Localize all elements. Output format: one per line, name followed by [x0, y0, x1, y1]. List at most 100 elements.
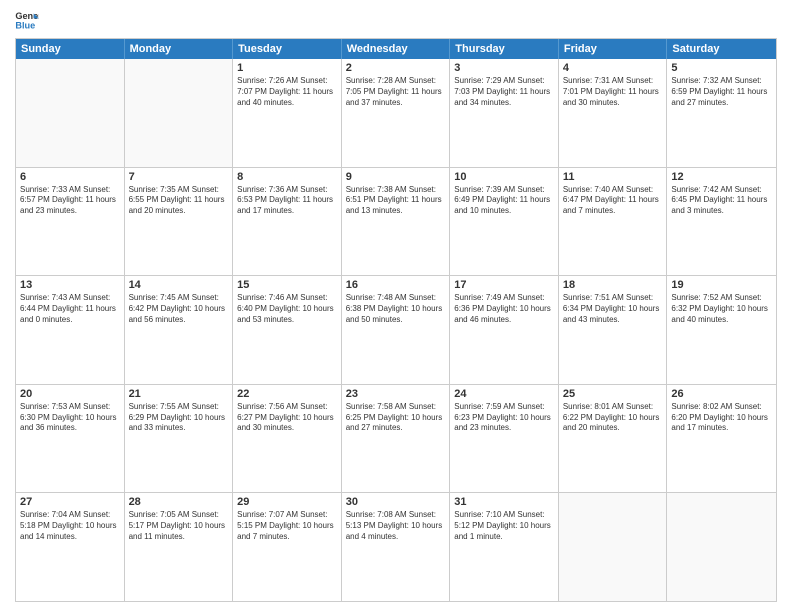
cell-info: Sunrise: 7:33 AM Sunset: 6:57 PM Dayligh… — [20, 185, 120, 217]
day-cell-3: 3Sunrise: 7:29 AM Sunset: 7:03 PM Daylig… — [450, 59, 559, 167]
day-number: 21 — [129, 388, 229, 400]
cell-info: Sunrise: 7:08 AM Sunset: 5:13 PM Dayligh… — [346, 510, 446, 542]
cell-info: Sunrise: 7:45 AM Sunset: 6:42 PM Dayligh… — [129, 293, 229, 325]
day-cell-20: 20 Sunrise: 7:53 AM Sunset: 6:30 PM Dayli… — [16, 385, 125, 493]
cell-info: Sunrise: 7:51 AM Sunset: 6:34 PM Dayligh… — [563, 293, 663, 325]
day-number: 22 — [237, 388, 337, 400]
day-cell-10: 10 Sunrise: 7:39 AM Sunset: 6:49 PM Dayli… — [450, 168, 559, 276]
cell-info: Sunrise: 7:56 AM Sunset: 6:27 PM Dayligh… — [237, 402, 337, 434]
day-number: 14 — [129, 279, 229, 291]
cell-info: Sunrise: 7:31 AM Sunset: 7:01 PM Dayligh… — [563, 76, 663, 108]
cell-info: Sunrise: 7:39 AM Sunset: 6:49 PM Dayligh… — [454, 185, 554, 217]
calendar-body: 1Sunrise: 7:26 AM Sunset: 7:07 PM Daylig… — [16, 59, 776, 601]
day-cell-29: 29Sunrise: 7:07 AM Sunset: 5:15 PM Dayli… — [233, 493, 342, 601]
day-number: 28 — [129, 496, 229, 508]
calendar-week-4: 20 Sunrise: 7:53 AM Sunset: 6:30 PM Dayli… — [16, 384, 776, 493]
day-number: 31 — [454, 496, 554, 508]
cell-info: Sunrise: 7:28 AM Sunset: 7:05 PM Dayligh… — [346, 76, 446, 108]
day-cell-22: 22 Sunrise: 7:56 AM Sunset: 6:27 PM Dayli… — [233, 385, 342, 493]
day-cell-30: 30 Sunrise: 7:08 AM Sunset: 5:13 PM Dayli… — [342, 493, 451, 601]
header: General Blue — [15, 10, 777, 30]
cell-info: Sunrise: 7:49 AM Sunset: 6:36 PM Dayligh… — [454, 293, 554, 325]
day-number: 1 — [237, 62, 337, 74]
day-cell-8: 8Sunrise: 7:36 AM Sunset: 6:53 PM Daylig… — [233, 168, 342, 276]
cell-info: Sunrise: 7:10 AM Sunset: 5:12 PM Dayligh… — [454, 510, 554, 542]
header-day-friday: Friday — [559, 39, 668, 59]
day-cell-11: 11 Sunrise: 7:40 AM Sunset: 6:47 PM Dayli… — [559, 168, 668, 276]
cell-info: Sunrise: 7:53 AM Sunset: 6:30 PM Dayligh… — [20, 402, 120, 434]
cell-info: Sunrise: 7:04 AM Sunset: 5:18 PM Dayligh… — [20, 510, 120, 542]
day-number: 18 — [563, 279, 663, 291]
header-day-thursday: Thursday — [450, 39, 559, 59]
day-number: 2 — [346, 62, 446, 74]
calendar-week-2: 6 Sunrise: 7:33 AM Sunset: 6:57 PM Daylig… — [16, 167, 776, 276]
day-cell-1: 1Sunrise: 7:26 AM Sunset: 7:07 PM Daylig… — [233, 59, 342, 167]
day-number: 19 — [671, 279, 772, 291]
day-cell-24: 24Sunrise: 7:59 AM Sunset: 6:23 PM Dayli… — [450, 385, 559, 493]
cell-info: Sunrise: 7:59 AM Sunset: 6:23 PM Dayligh… — [454, 402, 554, 434]
cell-info: Sunrise: 7:58 AM Sunset: 6:25 PM Dayligh… — [346, 402, 446, 434]
day-number: 17 — [454, 279, 554, 291]
header-day-sunday: Sunday — [16, 39, 125, 59]
day-number: 8 — [237, 171, 337, 183]
day-cell-28: 28 Sunrise: 7:05 AM Sunset: 5:17 PM Dayli… — [125, 493, 234, 601]
day-number: 30 — [346, 496, 446, 508]
day-number: 5 — [671, 62, 772, 74]
logo: General Blue — [15, 10, 39, 30]
cell-info: Sunrise: 7:48 AM Sunset: 6:38 PM Dayligh… — [346, 293, 446, 325]
day-number: 20 — [20, 388, 120, 400]
day-cell-12: 12 Sunrise: 7:42 AM Sunset: 6:45 PM Dayli… — [667, 168, 776, 276]
day-cell-4: 4 Sunrise: 7:31 AM Sunset: 7:01 PM Daylig… — [559, 59, 668, 167]
day-number: 13 — [20, 279, 120, 291]
day-number: 12 — [671, 171, 772, 183]
cell-info: Sunrise: 7:05 AM Sunset: 5:17 PM Dayligh… — [129, 510, 229, 542]
day-cell-23: 23 Sunrise: 7:58 AM Sunset: 6:25 PM Dayli… — [342, 385, 451, 493]
day-cell-21: 21 Sunrise: 7:55 AM Sunset: 6:29 PM Dayli… — [125, 385, 234, 493]
day-cell-5: 5Sunrise: 7:32 AM Sunset: 6:59 PM Daylig… — [667, 59, 776, 167]
cell-info: Sunrise: 7:46 AM Sunset: 6:40 PM Dayligh… — [237, 293, 337, 325]
header-day-wednesday: Wednesday — [342, 39, 451, 59]
cell-info: Sunrise: 7:38 AM Sunset: 6:51 PM Dayligh… — [346, 185, 446, 217]
day-cell-31: 31 Sunrise: 7:10 AM Sunset: 5:12 PM Dayli… — [450, 493, 559, 601]
calendar-week-1: 1Sunrise: 7:26 AM Sunset: 7:07 PM Daylig… — [16, 59, 776, 167]
day-number: 6 — [20, 171, 120, 183]
calendar-header: SundayMondayTuesdayWednesdayThursdayFrid… — [16, 39, 776, 59]
cell-info: Sunrise: 7:43 AM Sunset: 6:44 PM Dayligh… — [20, 293, 120, 325]
header-day-monday: Monday — [125, 39, 234, 59]
day-cell-25: 25 Sunrise: 8:01 AM Sunset: 6:22 PM Dayli… — [559, 385, 668, 493]
day-number: 15 — [237, 279, 337, 291]
page: General Blue SundayMondayTuesdayWednesda… — [0, 0, 792, 612]
day-number: 27 — [20, 496, 120, 508]
calendar-week-5: 27 Sunrise: 7:04 AM Sunset: 5:18 PM Dayli… — [16, 492, 776, 601]
cell-info: Sunrise: 7:55 AM Sunset: 6:29 PM Dayligh… — [129, 402, 229, 434]
svg-text:Blue: Blue — [15, 20, 35, 30]
day-number: 29 — [237, 496, 337, 508]
day-cell-17: 17 Sunrise: 7:49 AM Sunset: 6:36 PM Dayli… — [450, 276, 559, 384]
day-number: 4 — [563, 62, 663, 74]
cell-info: Sunrise: 7:40 AM Sunset: 6:47 PM Dayligh… — [563, 185, 663, 217]
day-number: 26 — [671, 388, 772, 400]
calendar: SundayMondayTuesdayWednesdayThursdayFrid… — [15, 38, 777, 602]
day-number: 7 — [129, 171, 229, 183]
day-number: 11 — [563, 171, 663, 183]
day-cell-18: 18 Sunrise: 7:51 AM Sunset: 6:34 PM Dayli… — [559, 276, 668, 384]
day-number: 10 — [454, 171, 554, 183]
day-number: 23 — [346, 388, 446, 400]
day-cell-16: 16 Sunrise: 7:48 AM Sunset: 6:38 PM Dayli… — [342, 276, 451, 384]
day-cell-27: 27 Sunrise: 7:04 AM Sunset: 5:18 PM Dayli… — [16, 493, 125, 601]
logo-icon: General Blue — [15, 10, 39, 30]
day-cell-14: 14 Sunrise: 7:45 AM Sunset: 6:42 PM Dayli… — [125, 276, 234, 384]
day-number: 25 — [563, 388, 663, 400]
header-day-tuesday: Tuesday — [233, 39, 342, 59]
day-cell-9: 9Sunrise: 7:38 AM Sunset: 6:51 PM Daylig… — [342, 168, 451, 276]
day-cell-15: 15 Sunrise: 7:46 AM Sunset: 6:40 PM Dayli… — [233, 276, 342, 384]
cell-info: Sunrise: 8:01 AM Sunset: 6:22 PM Dayligh… — [563, 402, 663, 434]
empty-cell — [16, 59, 125, 167]
cell-info: Sunrise: 7:42 AM Sunset: 6:45 PM Dayligh… — [671, 185, 772, 217]
calendar-week-3: 13 Sunrise: 7:43 AM Sunset: 6:44 PM Dayli… — [16, 275, 776, 384]
empty-cell — [125, 59, 234, 167]
day-number: 16 — [346, 279, 446, 291]
day-cell-6: 6 Sunrise: 7:33 AM Sunset: 6:57 PM Daylig… — [16, 168, 125, 276]
day-cell-7: 7Sunrise: 7:35 AM Sunset: 6:55 PM Daylig… — [125, 168, 234, 276]
day-cell-19: 19Sunrise: 7:52 AM Sunset: 6:32 PM Dayli… — [667, 276, 776, 384]
